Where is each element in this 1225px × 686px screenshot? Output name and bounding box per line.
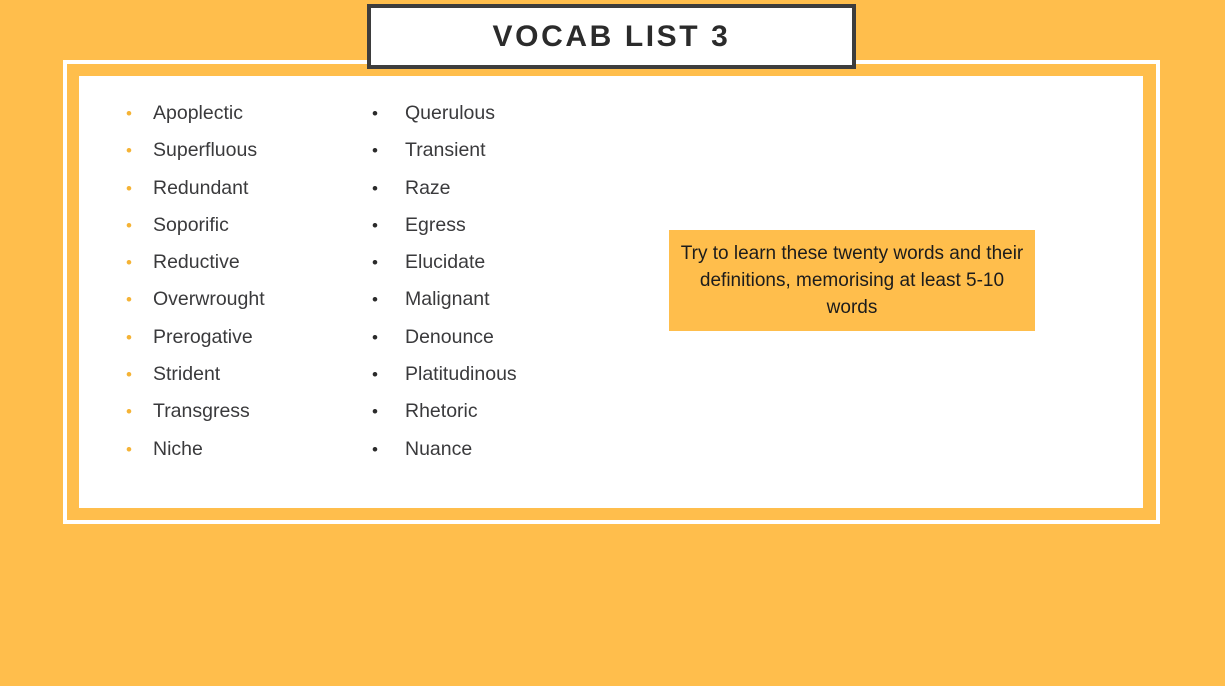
bullet-icon: • [372, 178, 378, 198]
word-label: Querulous [405, 102, 495, 124]
list-item: • Rhetoric [372, 402, 622, 439]
bullet-icon: • [372, 215, 378, 235]
instruction-text: Try to learn these twenty words and thei… [680, 243, 1024, 318]
bullet-icon: • [126, 402, 132, 422]
word-label: Rhetoric [405, 400, 478, 423]
word-label: Overwrought [153, 288, 265, 311]
word-label: Malignant [405, 288, 490, 311]
word-label: Egress [405, 213, 466, 236]
bullet-icon: • [372, 365, 378, 385]
bullet-icon: • [372, 104, 378, 123]
word-label: Nuance [405, 437, 473, 460]
list-item: • Redundant [126, 176, 356, 216]
list-item: • Apoplectic [126, 102, 356, 141]
list-item: • Superfluous [126, 141, 356, 178]
bullet-icon: • [126, 178, 132, 198]
list-item: • Elucidate [372, 253, 622, 290]
list-item: • Reductive [126, 253, 356, 290]
bullet-icon: • [372, 439, 378, 459]
word-column-2: • Querulous • Transient • Raze • Egress … [372, 102, 622, 477]
word-label: Elucidate [405, 251, 486, 274]
list-item: • Soporific [126, 213, 356, 253]
bullet-icon: • [372, 402, 378, 422]
list-item: • Strident [126, 365, 356, 402]
word-label: Redundant [153, 176, 249, 199]
list-item: • Platitudinous [372, 365, 622, 402]
word-column-1: • Apoplectic • Superfluous • Redundant •… [126, 102, 356, 477]
list-item: • Raze [372, 176, 622, 216]
bullet-icon: • [126, 290, 132, 310]
list-item: • Transgress [126, 402, 356, 439]
word-label: Prerogative [153, 325, 253, 348]
slide-canvas: VOCAB LIST 3 • Apoplectic • Superfluous … [0, 0, 1225, 686]
title-box: VOCAB LIST 3 [367, 4, 856, 69]
word-label: Reductive [153, 251, 240, 274]
list-item: • Egress [372, 213, 622, 253]
bullet-icon: • [126, 327, 132, 347]
word-label: Niche [153, 437, 203, 460]
bullet-icon: • [372, 327, 378, 347]
list-item: • Nuance [372, 437, 622, 477]
bullet-icon: • [372, 290, 378, 310]
word-label: Transient [405, 139, 486, 162]
bullet-icon: • [126, 439, 132, 459]
bullet-icon: • [126, 104, 132, 123]
instruction-callout: Try to learn these twenty words and thei… [669, 230, 1035, 331]
bullet-icon: • [126, 141, 132, 161]
list-item: • Denounce [372, 325, 622, 365]
bullet-icon: • [372, 141, 378, 161]
bullet-icon: • [126, 215, 132, 235]
word-label: Soporific [153, 213, 229, 236]
word-label: Apoplectic [153, 102, 243, 124]
bullet-icon: • [372, 253, 378, 273]
word-label: Superfluous [153, 139, 258, 162]
list-item: • Querulous [372, 102, 622, 141]
list-item: • Malignant [372, 290, 622, 327]
word-label: Strident [153, 363, 221, 386]
list-item: • Transient [372, 141, 622, 178]
list-item: • Niche [126, 437, 356, 477]
bullet-icon: • [126, 253, 132, 273]
word-label: Transgress [153, 400, 250, 423]
list-item: • Prerogative [126, 325, 356, 365]
word-label: Platitudinous [405, 363, 517, 386]
word-label: Denounce [405, 325, 494, 348]
page-title: VOCAB LIST 3 [492, 19, 731, 53]
list-item: • Overwrought [126, 290, 356, 327]
bullet-icon: • [126, 365, 132, 385]
word-label: Raze [405, 176, 451, 199]
